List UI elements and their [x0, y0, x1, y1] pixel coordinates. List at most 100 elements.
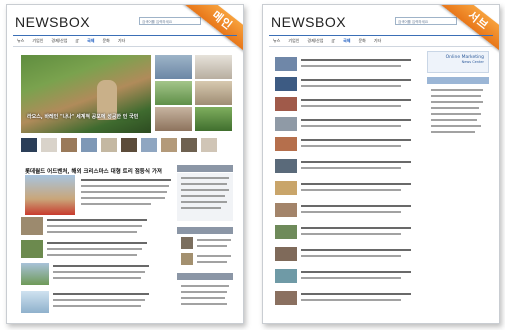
text-line — [301, 293, 411, 295]
text-line — [431, 131, 475, 133]
text-line — [181, 195, 225, 197]
list-thumbnail[interactable] — [21, 263, 49, 285]
article-thumbnail[interactable] — [275, 117, 297, 131]
text-line — [81, 197, 165, 199]
article-thumbnail[interactable] — [275, 269, 297, 283]
thumbnail[interactable] — [195, 55, 232, 79]
nav-item-economy[interactable]: 경제/산업 — [307, 38, 323, 44]
strip-thumbnail[interactable] — [21, 138, 37, 152]
strip-thumbnail[interactable] — [141, 138, 157, 152]
text-line — [301, 183, 411, 185]
text-line — [53, 271, 145, 273]
text-line — [301, 139, 411, 141]
text-line — [301, 105, 401, 107]
text-line — [47, 225, 142, 227]
feature-image[interactable] — [25, 175, 75, 215]
text-line — [301, 125, 401, 127]
article-thumbnail[interactable] — [275, 291, 297, 305]
sidebar-banner[interactable]: Online Marketing News Center — [427, 51, 489, 73]
nav-item-business[interactable]: 기업인 — [32, 38, 43, 44]
list-thumbnail[interactable] — [21, 217, 43, 235]
nav-item-culture[interactable]: 문화 — [103, 38, 110, 44]
text-line — [301, 299, 401, 301]
text-line — [301, 189, 401, 191]
strip-thumbnail[interactable] — [81, 138, 97, 152]
text-line — [181, 285, 229, 287]
sidebar-subtitle: News Center — [461, 60, 484, 64]
text-line — [301, 59, 411, 61]
text-line — [431, 89, 483, 91]
text-line — [181, 189, 229, 191]
text-line — [301, 99, 411, 101]
strip-thumbnail[interactable] — [121, 138, 137, 152]
strip-thumbnail[interactable] — [161, 138, 177, 152]
article-thumbnail[interactable] — [275, 225, 297, 239]
strip-thumbnail[interactable] — [61, 138, 77, 152]
text-line — [301, 271, 411, 273]
text-line — [301, 249, 411, 251]
article-thumbnail[interactable] — [275, 137, 297, 151]
sub-page-preview: NEWSBOX 검색어를 입력하세요 서브 뉴스 기업인 경제/산업 IT 국제… — [262, 4, 500, 324]
text-line — [301, 227, 411, 229]
search-input[interactable]: 검색어를 입력하세요 — [395, 17, 457, 25]
article-thumbnail[interactable] — [275, 181, 297, 195]
text-line — [301, 161, 411, 163]
main-page-preview: NEWSBOX 검색어를 입력하세요 메인 뉴스 기업인 경제/산업 IT 국제… — [6, 4, 244, 324]
article-thumbnail[interactable] — [275, 57, 297, 71]
text-line — [181, 183, 227, 185]
text-line — [301, 65, 401, 67]
strip-thumbnail[interactable] — [41, 138, 57, 152]
nav-item-it[interactable]: IT — [76, 39, 80, 44]
strip-thumbnail[interactable] — [181, 138, 197, 152]
strip-thumbnail[interactable] — [101, 138, 117, 152]
thumbnail[interactable] — [195, 81, 232, 105]
nav-item-news[interactable]: 뉴스 — [17, 38, 24, 44]
nav-item-economy[interactable]: 경제/산업 — [51, 38, 67, 44]
text-line — [47, 219, 147, 221]
nav-item-news[interactable]: 뉴스 — [273, 38, 280, 44]
thumbnail[interactable] — [155, 107, 192, 131]
sidebar-title: Online Marketing — [445, 55, 484, 60]
text-line — [47, 242, 147, 244]
text-line — [301, 167, 401, 169]
sidebar-thumbnail[interactable] — [181, 253, 193, 265]
text-line — [53, 277, 141, 279]
text-line — [181, 177, 229, 179]
text-line — [47, 254, 137, 256]
brand-logo[interactable]: NEWSBOX — [15, 14, 90, 30]
sidebar-box — [177, 173, 233, 221]
article-thumbnail[interactable] — [275, 97, 297, 111]
text-line — [81, 203, 151, 205]
section-headline[interactable]: 롯데월드 어드벤처, 해외 크리스마스 대형 트리 점등식 가져 — [25, 167, 162, 175]
text-line — [301, 145, 401, 147]
thumbnail[interactable] — [155, 55, 192, 79]
list-thumbnail[interactable] — [21, 240, 43, 258]
nav-item-etc[interactable]: 기타 — [118, 38, 125, 44]
nav-item-world[interactable]: 국제 — [343, 38, 350, 44]
main-nav: 뉴스 기업인 경제/산업 IT 국제 문화 기타 — [13, 35, 237, 47]
nav-item-business[interactable]: 기업인 — [288, 38, 299, 44]
text-line — [431, 95, 481, 97]
photo-strip — [21, 138, 233, 152]
brand-logo[interactable]: NEWSBOX — [271, 14, 346, 30]
nav-item-it[interactable]: IT — [332, 39, 336, 44]
hero-image[interactable] — [21, 55, 151, 133]
sidebar-thumbnail[interactable] — [181, 237, 193, 249]
article-thumbnail[interactable] — [275, 77, 297, 91]
thumbnail[interactable] — [155, 81, 192, 105]
list-thumbnail[interactable] — [21, 291, 49, 313]
article-thumbnail[interactable] — [275, 203, 297, 217]
text-line — [47, 231, 137, 233]
sidebar-header — [177, 165, 233, 172]
hero-caption[interactable]: 라오스, 바레인 "나나" 세계적 공포에 성공한 인 국민 — [27, 113, 152, 120]
thumbnail[interactable] — [195, 107, 232, 131]
nav-item-etc[interactable]: 기타 — [374, 38, 381, 44]
article-thumbnail[interactable] — [275, 159, 297, 173]
sidebar-header — [177, 273, 233, 280]
search-input[interactable]: 검색어를 입력하세요 — [139, 17, 201, 25]
nav-item-world[interactable]: 국제 — [87, 38, 94, 44]
text-line — [197, 239, 231, 241]
nav-item-culture[interactable]: 문화 — [359, 38, 366, 44]
strip-thumbnail[interactable] — [201, 138, 217, 152]
article-thumbnail[interactable] — [275, 247, 297, 261]
